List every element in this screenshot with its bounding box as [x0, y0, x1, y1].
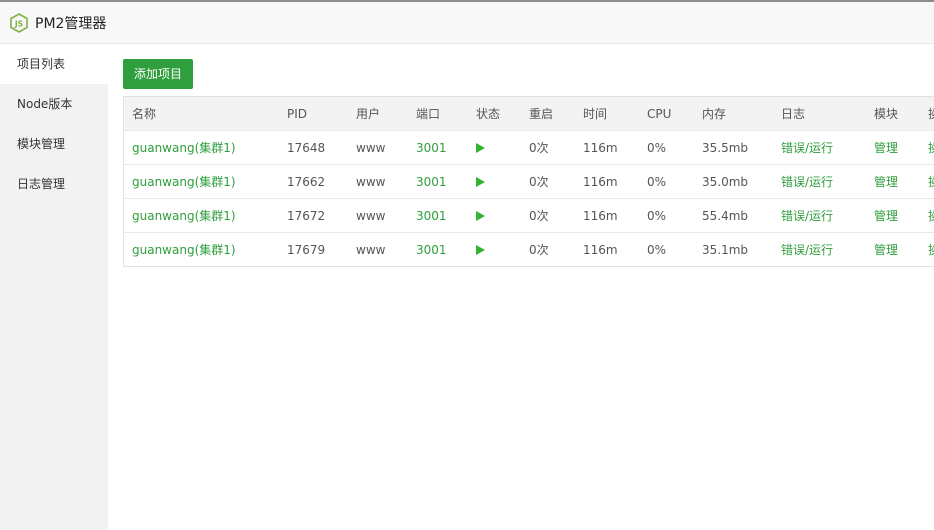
user-cell: www: [356, 242, 386, 257]
time-cell: 116m: [575, 198, 639, 233]
project-name-link[interactable]: guanwang(集群1): [124, 198, 279, 233]
port-cell: 3001: [408, 198, 468, 233]
table-row: guanwang(集群1) 17672 www 3001 0次 116m 0% …: [124, 198, 934, 233]
table-row: guanwang(集群1) 17648 www 3001 0次 116m 0% …: [124, 130, 934, 165]
module-manage-link[interactable]: 管理: [866, 233, 920, 267]
pid-cell: 17662: [279, 164, 348, 199]
module-manage-link[interactable]: 管理: [866, 198, 920, 233]
table-row: guanwang(集群1) 17679 www 3001 0次 116m 0% …: [124, 233, 934, 267]
col-header-module: 模块: [866, 97, 920, 131]
cpu-cell: 0%: [639, 198, 694, 233]
user-cell: www: [348, 164, 408, 199]
col-header-time: 时间: [575, 97, 639, 131]
app-title: PM2管理器: [35, 15, 107, 32]
user-cell: www: [348, 198, 408, 233]
log-link[interactable]: 错误/运行: [773, 130, 866, 165]
col-header-restart: 重启: [521, 97, 575, 131]
operation-link[interactable]: 操: [920, 233, 934, 267]
operation-link[interactable]: 操: [920, 130, 934, 165]
pid-cell: 17679: [287, 242, 326, 257]
process-table: 名称 PID 用户 端口 状态 重启 时间 CPU 内存 日志 模块 操 gua…: [123, 96, 934, 267]
memory-cell: 35.5mb: [694, 130, 773, 165]
cpu-cell: 0%: [639, 130, 694, 165]
time-cell: 116m: [575, 164, 639, 199]
log-link[interactable]: 错误/运行: [773, 233, 866, 267]
operation-link[interactable]: 操: [920, 164, 934, 199]
time-cell: 116m: [575, 130, 639, 165]
col-header-status: 状态: [468, 97, 521, 131]
sidebar-item-node-version[interactable]: Node版本: [0, 84, 108, 124]
col-header-user: 用户: [348, 97, 408, 131]
project-name-link[interactable]: guanwang(集群1): [124, 130, 279, 165]
running-play-icon[interactable]: [476, 211, 485, 221]
running-play-icon[interactable]: [476, 177, 485, 187]
pid-cell: 17672: [279, 198, 348, 233]
port-cell: 3001: [408, 130, 468, 165]
col-header-cpu: CPU: [639, 97, 694, 131]
log-link[interactable]: 错误/运行: [773, 164, 866, 199]
project-name-link[interactable]: guanwang(集群1): [124, 233, 279, 267]
svg-text:JS: JS: [14, 19, 23, 28]
col-header-port: 端口: [408, 97, 468, 131]
memory-cell: 35.0mb: [694, 164, 773, 199]
operation-link[interactable]: 操: [920, 198, 934, 233]
add-project-button[interactable]: 添加项目: [123, 59, 194, 89]
running-play-icon[interactable]: [476, 143, 485, 153]
sidebar-item-projects[interactable]: 项目列表: [0, 44, 108, 84]
status-cell[interactable]: [468, 130, 521, 165]
main-content: 添加项目 名称 PID 用户 端口 状态 重启 时间 CPU 内存 日志 模块 …: [108, 44, 934, 528]
sidebar-item-modules[interactable]: 模块管理: [0, 124, 108, 164]
col-header-name: 名称: [124, 97, 279, 131]
project-name-link[interactable]: guanwang(集群1): [124, 164, 279, 199]
running-play-icon[interactable]: [476, 245, 485, 255]
restart-cell: 0次: [521, 130, 575, 165]
sidebar: 项目列表 Node版本 模块管理 日志管理: [0, 44, 108, 530]
col-header-pid: PID: [279, 97, 348, 131]
table-header-row: 名称 PID 用户 端口 状态 重启 时间 CPU 内存 日志 模块 操: [124, 97, 934, 131]
cpu-cell: 0%: [647, 242, 667, 257]
restart-cell: 0次: [521, 164, 575, 199]
module-manage-link[interactable]: 管理: [866, 164, 920, 199]
col-header-log: 日志: [773, 97, 866, 131]
col-header-operation: 操: [920, 97, 934, 131]
port-cell: 3001: [416, 242, 447, 257]
cpu-cell: 0%: [639, 164, 694, 199]
user-cell: www: [348, 130, 408, 165]
nodejs-logo-icon: JS: [10, 12, 28, 33]
memory-cell: 55.4mb: [694, 198, 773, 233]
col-header-memory: 内存: [694, 97, 773, 131]
restart-cell: 0次: [529, 243, 549, 257]
time-cell: 116m: [583, 242, 618, 257]
status-cell[interactable]: [468, 233, 521, 267]
status-cell[interactable]: [468, 164, 521, 199]
title-bar: JS PM2管理器: [0, 2, 934, 44]
port-cell: 3001: [408, 164, 468, 199]
log-link[interactable]: 错误/运行: [773, 198, 866, 233]
status-cell[interactable]: [468, 198, 521, 233]
pid-cell: 17648: [279, 130, 348, 165]
sidebar-item-logs[interactable]: 日志管理: [0, 164, 108, 204]
memory-cell: 35.1mb: [702, 242, 749, 257]
module-manage-link[interactable]: 管理: [866, 130, 920, 165]
table-row: guanwang(集群1) 17662 www 3001 0次 116m 0% …: [124, 164, 934, 199]
restart-cell: 0次: [521, 198, 575, 233]
